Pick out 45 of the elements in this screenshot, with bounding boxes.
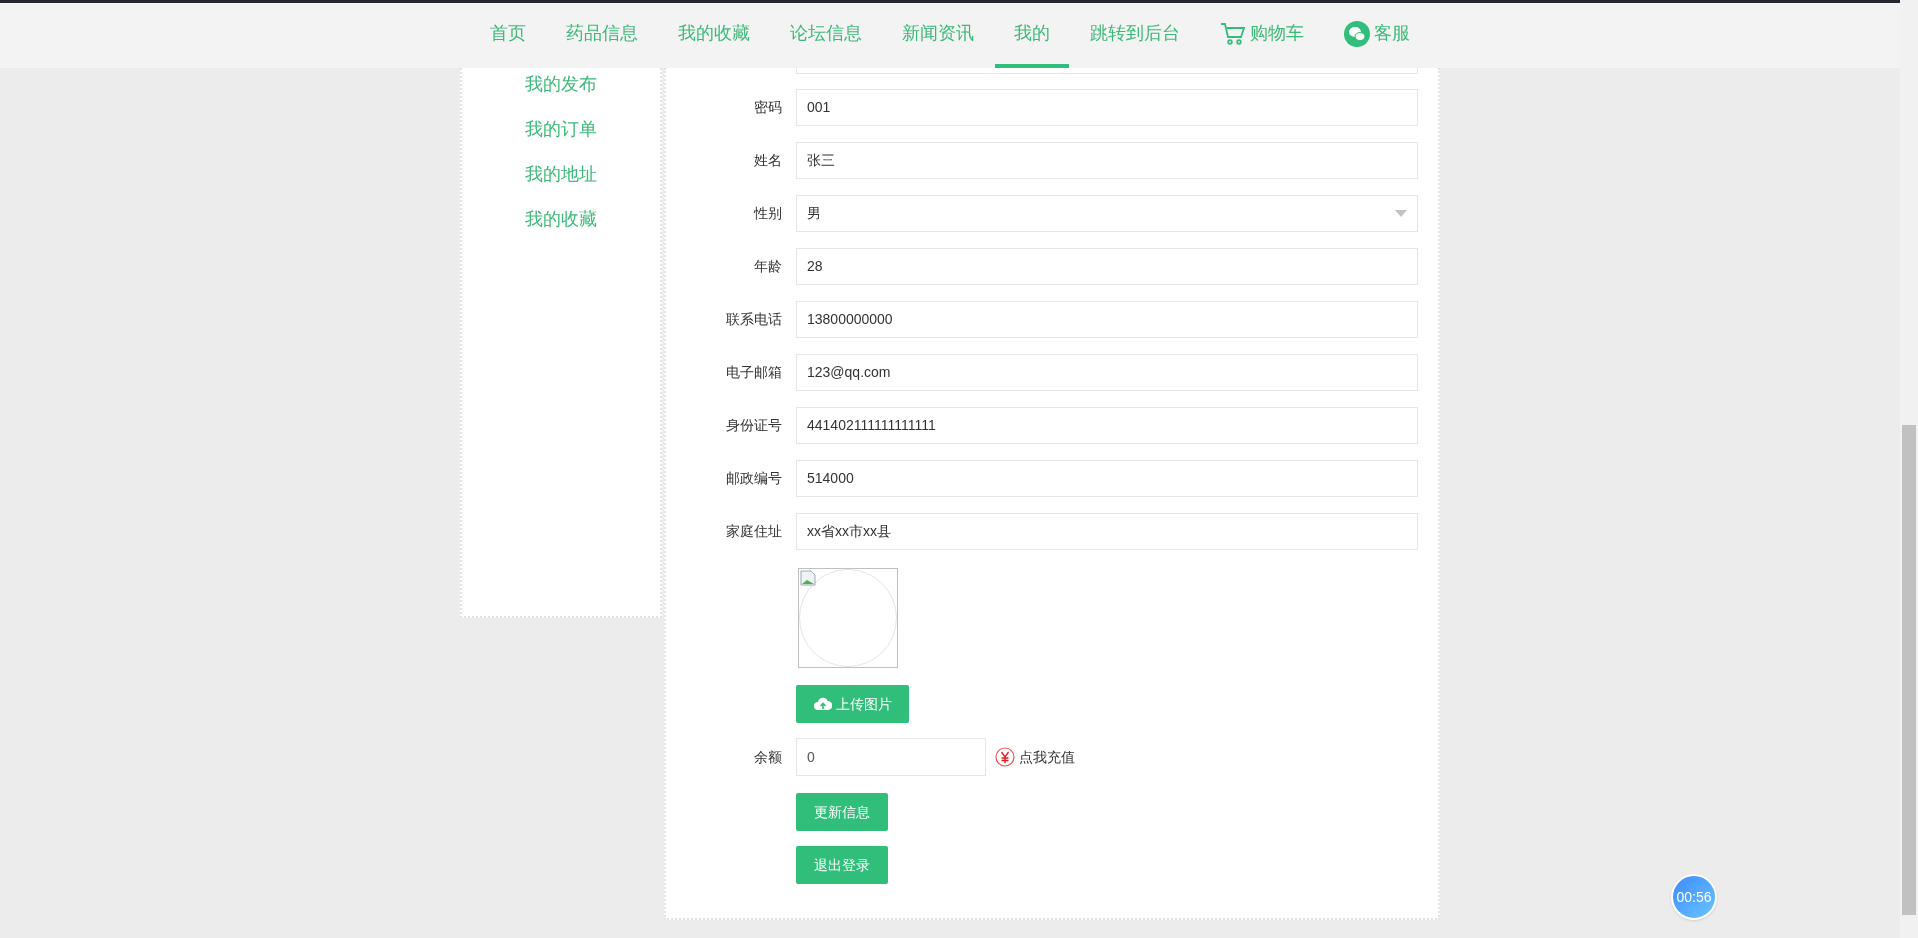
cart-icon <box>1220 21 1246 46</box>
nav-link[interactable]: 论坛信息 <box>771 3 881 68</box>
input-field[interactable]: 441402111111111111 <box>796 407 1418 444</box>
nav-link[interactable]: 新闻资讯 <box>883 3 993 68</box>
input-field[interactable]: xx省xx市xx县 <box>796 513 1418 550</box>
field-label: 联系电话 <box>725 310 783 329</box>
timer-badge[interactable]: 00:56 <box>1671 874 1717 920</box>
input-field[interactable]: 0 <box>796 738 986 776</box>
recharge-link[interactable]: 点我充值 <box>1019 746 1075 768</box>
field-label: 性别 <box>752 204 783 223</box>
nav-link[interactable]: 客服 <box>1325 3 1429 68</box>
nav-link[interactable]: 药品信息 <box>547 3 657 68</box>
broken-image-icon <box>800 570 816 586</box>
input-field[interactable]: 13800000000 <box>796 301 1418 338</box>
action-button[interactable]: 退出登录 <box>796 846 888 884</box>
field-label: 电子邮箱 <box>725 363 783 382</box>
chat-icon <box>1344 20 1370 47</box>
scrollbar[interactable] <box>1900 0 1918 938</box>
upload-button[interactable]: 上传图片 <box>796 685 909 723</box>
field-label: 密码 <box>753 98 783 117</box>
input-field[interactable]: 张三 <box>796 142 1418 179</box>
nav-link[interactable]: 我的收藏 <box>659 3 769 68</box>
caret-icon <box>1395 210 1407 217</box>
nav-link[interactable]: 首页 <box>471 3 545 68</box>
gender-select[interactable]: 男 <box>796 195 1418 232</box>
field-label: 身份证号 <box>725 416 783 435</box>
input-field[interactable]: 514000 <box>796 460 1418 497</box>
field-label: 余额 <box>753 747 783 767</box>
field-label: 年龄 <box>753 257 783 276</box>
sidebar-item[interactable]: 我的发布 <box>525 70 660 98</box>
cloud-upload-icon <box>813 697 832 711</box>
action-button[interactable]: 更新信息 <box>796 793 888 831</box>
yen-icon <box>995 747 1015 767</box>
sidebar-item[interactable]: 我的收藏 <box>525 205 660 233</box>
nav-link[interactable]: 购物车 <box>1201 3 1323 68</box>
input-field[interactable] <box>796 68 1418 74</box>
input-field[interactable]: 28 <box>796 248 1418 285</box>
input-field[interactable]: 001 <box>796 89 1418 126</box>
field-label: 姓名 <box>753 151 783 170</box>
input-field[interactable]: 123@qq.com <box>796 354 1418 391</box>
sidebar-item[interactable]: 我的地址 <box>525 160 660 188</box>
nav-link[interactable]: 跳转到后台 <box>1071 3 1199 68</box>
field-label: 家庭住址 <box>725 522 783 541</box>
field-label: 邮政编号 <box>725 469 783 488</box>
sidebar-item[interactable]: 我的订单 <box>525 115 660 143</box>
